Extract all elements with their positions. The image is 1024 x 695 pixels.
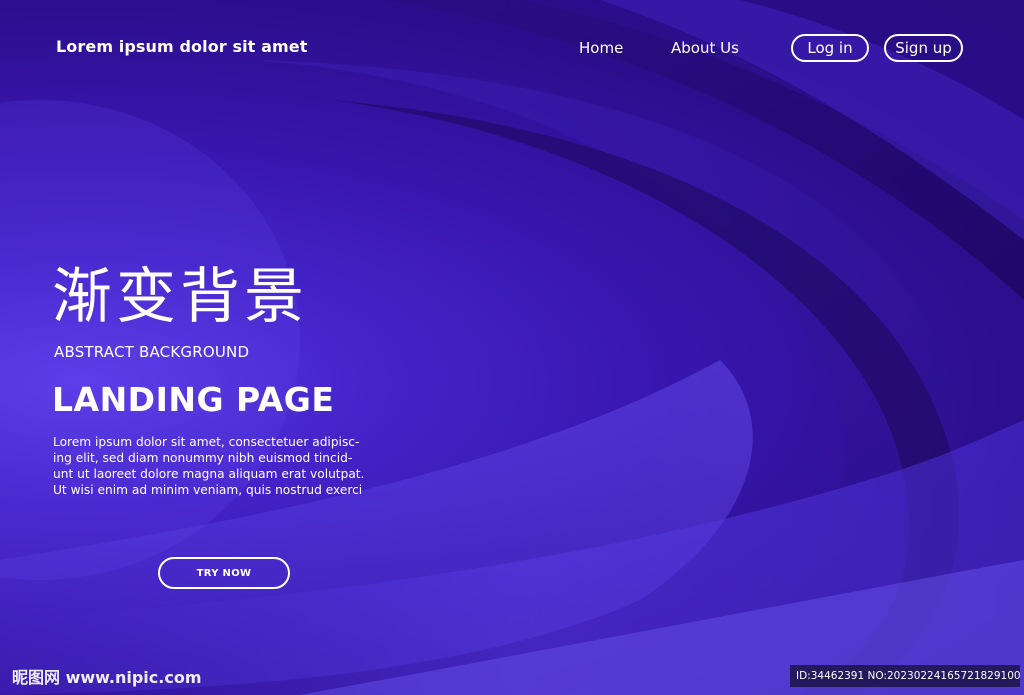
site-watermark: 昵图网 www.nipic.com: [12, 668, 202, 687]
hero-subtitle: ABSTRACT BACKGROUND: [54, 343, 250, 361]
hero-description-line: Lorem ipsum dolor sit amet, consectetuer…: [53, 435, 360, 449]
login-button[interactable]: Log in: [791, 34, 869, 62]
landing-page: Lorem ipsum dolor sit amet Home About Us…: [0, 0, 1024, 695]
signup-button[interactable]: Sign up: [884, 34, 963, 62]
image-id-watermark: ID:34462391 NO:20230224165721829100: [790, 665, 1020, 687]
hero-title: LANDING PAGE: [52, 380, 335, 419]
hero-description-line: Ut wisi enim ad minim veniam, quis nostr…: [53, 483, 363, 497]
hero-description-line: unt ut laoreet dolore magna aliquam erat…: [53, 467, 365, 481]
hero-chinese-title: 渐变背景: [52, 262, 308, 332]
top-navigation: Home About Us Log in Sign up: [0, 34, 1024, 64]
hero-description-line: ing elit, sed diam nonummy nibh euismod …: [53, 451, 353, 465]
nav-about-link[interactable]: About Us: [671, 39, 739, 57]
nav-home-link[interactable]: Home: [579, 39, 623, 57]
try-now-button[interactable]: TRY NOW: [158, 557, 290, 589]
hero-description: Lorem ipsum dolor sit amet, consectetuer…: [53, 434, 413, 498]
